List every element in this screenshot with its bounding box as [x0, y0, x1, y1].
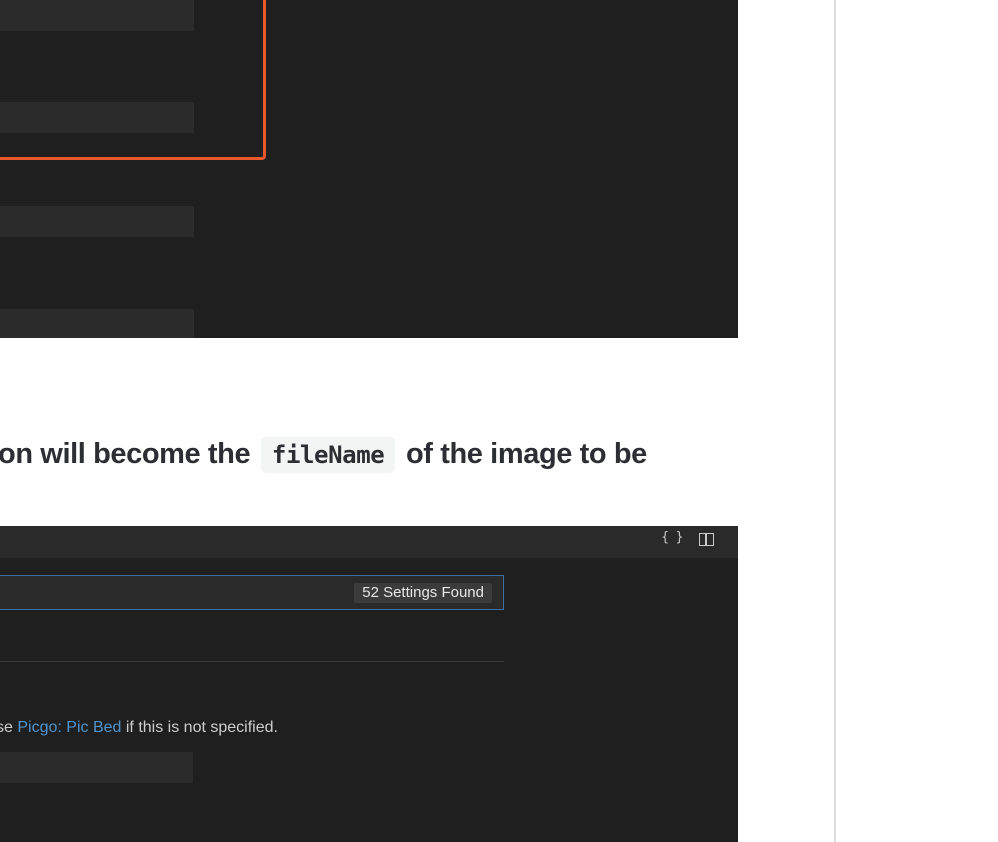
setting-input-placeholder — [0, 206, 194, 237]
setting-description-text: se — [0, 719, 13, 736]
settings-search-input[interactable] — [0, 576, 317, 609]
editor-title-bar: { } — [0, 526, 738, 558]
separator — [0, 661, 504, 662]
setting-description: se Picgo: Pic Bed if this is not specifi… — [0, 719, 278, 737]
pic-bed-setting-link[interactable]: Picgo: Pic Bed — [17, 719, 121, 736]
setting-input-placeholder — [0, 309, 194, 338]
split-editor-icon[interactable] — [699, 533, 714, 546]
highlight-box — [0, 0, 266, 160]
settings-search-box[interactable]: 52 Settings Found — [0, 575, 504, 610]
paragraph-text: of the image to be — [405, 438, 647, 470]
paragraph-text: on will become the — [0, 438, 251, 470]
settings-screenshot: { } 52 Settings Found se Picgo: Pic Bed … — [0, 526, 738, 842]
top-screenshot — [0, 0, 738, 338]
setting-description-text: if this is not specified. — [125, 719, 278, 736]
inline-code: fileName — [260, 437, 396, 473]
article-paragraph: on will become the fileName of the image… — [0, 430, 647, 479]
open-settings-json-icon[interactable]: { } — [661, 526, 685, 550]
content-divider — [834, 0, 836, 842]
settings-found-badge: 52 Settings Found — [354, 583, 492, 603]
setting-value-input[interactable] — [0, 752, 193, 783]
